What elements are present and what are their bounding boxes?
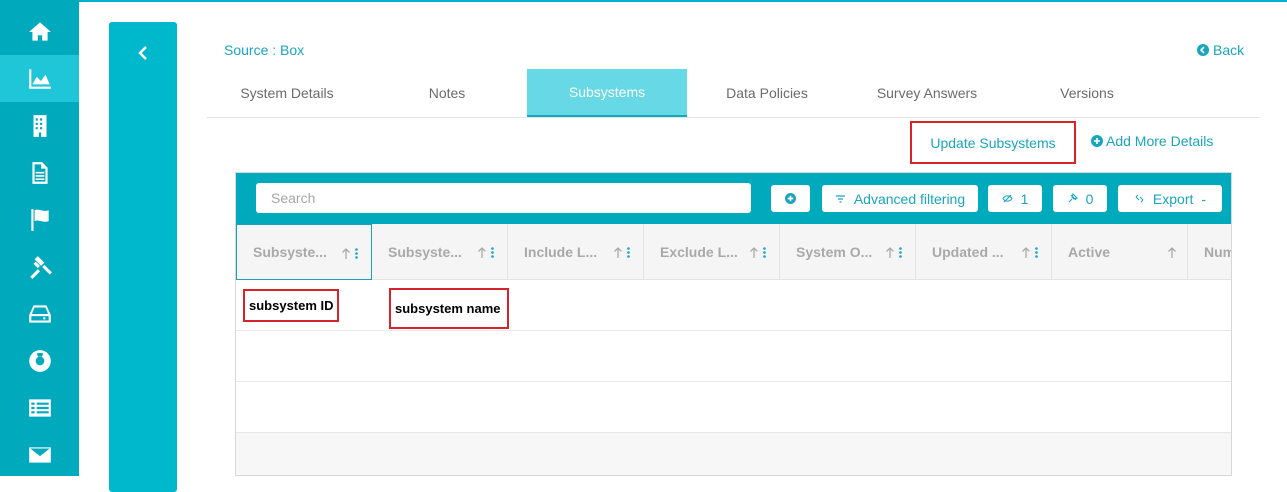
tab-subsystems[interactable]: Subsystems bbox=[527, 69, 687, 117]
export-icon bbox=[1135, 194, 1144, 203]
side-panel bbox=[109, 22, 177, 492]
top-accent-line bbox=[79, 0, 1287, 2]
envelope-icon bbox=[28, 446, 51, 463]
pinned-count: 0 bbox=[1085, 190, 1094, 207]
flag-icon bbox=[30, 208, 49, 231]
nav-documents[interactable] bbox=[0, 149, 79, 196]
hidden-columns-button[interactable]: 1 bbox=[988, 185, 1042, 212]
grid-toolbar: Advanced filtering 1 0 Export - bbox=[236, 173, 1231, 224]
nav-storage[interactable] bbox=[0, 290, 79, 337]
nav-home[interactable] bbox=[0, 8, 79, 55]
column-menu-icon[interactable] bbox=[491, 247, 494, 258]
tab-bar: System Details Notes Subsystems Data Pol… bbox=[207, 69, 1259, 118]
nav-messages[interactable] bbox=[0, 431, 79, 478]
advanced-filtering-button[interactable]: Advanced filtering bbox=[822, 185, 978, 212]
column-menu-icon[interactable] bbox=[763, 247, 766, 258]
column-menu-icon[interactable] bbox=[1035, 247, 1038, 258]
building-icon bbox=[33, 114, 46, 137]
export-label: Export bbox=[1152, 190, 1194, 207]
column-header-include[interactable]: Include L... bbox=[508, 224, 644, 280]
area-chart-icon bbox=[28, 68, 51, 89]
add-more-details-link[interactable]: Add More Details bbox=[1091, 133, 1213, 149]
nav-dashboard[interactable] bbox=[0, 55, 79, 102]
column-header-exclude[interactable]: Exclude L... bbox=[644, 224, 780, 280]
search-input[interactable] bbox=[256, 183, 751, 213]
table-row[interactable] bbox=[236, 382, 1231, 433]
gavel-icon bbox=[29, 255, 52, 279]
hidden-count: 1 bbox=[1020, 190, 1029, 207]
sort-arrow-icon[interactable] bbox=[341, 248, 351, 260]
export-caret: - bbox=[1201, 190, 1207, 207]
plus-circle-icon bbox=[785, 193, 796, 204]
filter-icon bbox=[835, 195, 845, 203]
cell-subsystem-name: subsystem name bbox=[389, 288, 509, 329]
plus-circle-icon bbox=[1091, 135, 1103, 147]
column-header-label: Updated ... bbox=[932, 244, 1004, 260]
tab-versions[interactable]: Versions bbox=[1007, 69, 1167, 117]
sort-arrow-icon[interactable] bbox=[1021, 247, 1031, 259]
list-icon bbox=[28, 398, 51, 417]
column-header-subsystem-id[interactable]: Subsyste... bbox=[236, 224, 372, 280]
cell-subsystem-id: subsystem ID bbox=[243, 289, 339, 322]
sort-arrow-icon[interactable] bbox=[1167, 247, 1177, 259]
grid-header-row: Subsyste... Subsyste... Include L... Exc… bbox=[236, 224, 1231, 280]
back-link[interactable]: Back bbox=[1197, 42, 1244, 58]
sort-arrow-icon[interactable] bbox=[613, 247, 623, 259]
home-icon bbox=[28, 21, 51, 41]
nav-flags[interactable] bbox=[0, 196, 79, 243]
tab-system-details[interactable]: System Details bbox=[207, 69, 367, 117]
left-nav bbox=[0, 0, 79, 476]
column-menu-icon[interactable] bbox=[899, 247, 902, 258]
nav-lists[interactable] bbox=[0, 384, 79, 431]
subsystems-grid: Advanced filtering 1 0 Export - Subsyste… bbox=[235, 172, 1232, 476]
sort-arrow-icon[interactable] bbox=[885, 247, 895, 259]
sort-arrow-icon[interactable] bbox=[477, 247, 487, 259]
nav-organizations[interactable] bbox=[0, 102, 79, 149]
add-more-label: Add More Details bbox=[1106, 133, 1214, 149]
column-menu-icon[interactable] bbox=[355, 248, 358, 259]
sort-arrow-icon[interactable] bbox=[749, 247, 759, 259]
column-header-label: System O... bbox=[796, 244, 873, 260]
document-icon bbox=[31, 161, 48, 184]
column-menu-icon[interactable] bbox=[627, 247, 630, 258]
export-button[interactable]: Export - bbox=[1118, 185, 1222, 212]
column-header-subsystem-name[interactable]: Subsyste... bbox=[372, 224, 508, 280]
pin-icon bbox=[1068, 193, 1078, 203]
source-label: Source : Box bbox=[224, 42, 305, 58]
update-subsystems-button[interactable]: Update Subsystems bbox=[910, 121, 1076, 164]
eye-slash-icon bbox=[1002, 194, 1013, 203]
lifebuoy-icon bbox=[28, 349, 51, 372]
column-header-label: Num bbox=[1204, 244, 1231, 260]
collapse-button[interactable] bbox=[133, 42, 153, 64]
chevron-left-icon bbox=[138, 46, 147, 60]
column-header-label: Subsyste... bbox=[388, 244, 462, 260]
column-header-num[interactable]: Num bbox=[1188, 224, 1231, 280]
hdd-icon bbox=[28, 304, 51, 323]
back-label: Back bbox=[1213, 42, 1245, 58]
nav-help[interactable] bbox=[0, 337, 79, 384]
column-header-label: Exclude L... bbox=[660, 244, 738, 260]
back-circle-icon bbox=[1197, 44, 1209, 56]
column-header-system-owner[interactable]: System O... bbox=[780, 224, 916, 280]
tab-survey-answers[interactable]: Survey Answers bbox=[847, 69, 1007, 117]
column-header-updated[interactable]: Updated ... bbox=[916, 224, 1052, 280]
table-row[interactable]: subsystem ID subsystem name bbox=[236, 280, 1231, 331]
advanced-filtering-label: Advanced filtering bbox=[853, 190, 966, 207]
nav-legal[interactable] bbox=[0, 243, 79, 290]
add-row-button[interactable] bbox=[771, 185, 810, 212]
column-header-label: Active bbox=[1068, 244, 1111, 260]
tab-data-policies[interactable]: Data Policies bbox=[687, 69, 847, 117]
column-header-active[interactable]: Active bbox=[1052, 224, 1188, 280]
column-header-label: Subsyste... bbox=[253, 244, 327, 260]
table-row[interactable] bbox=[236, 331, 1231, 382]
pinned-columns-button[interactable]: 0 bbox=[1053, 185, 1107, 212]
column-header-label: Include L... bbox=[524, 244, 598, 260]
grid-empty-area bbox=[236, 433, 1231, 475]
tab-notes[interactable]: Notes bbox=[367, 69, 527, 117]
